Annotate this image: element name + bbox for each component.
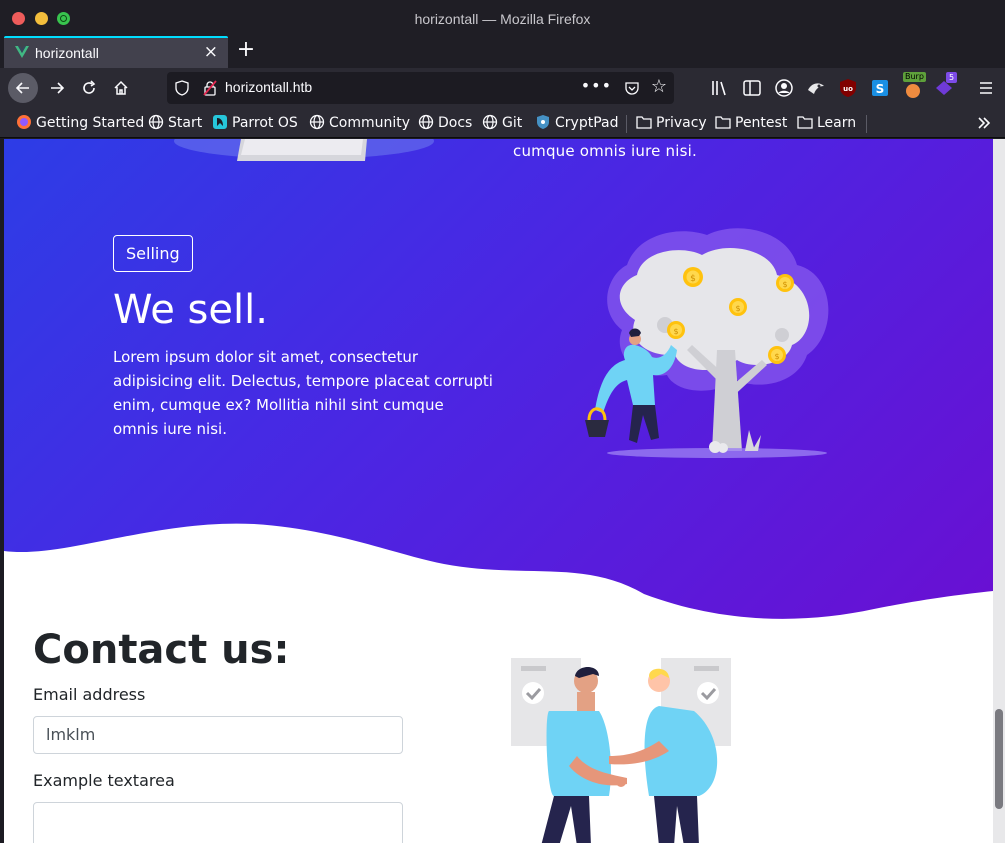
reload-icon [83,80,96,94]
bookmark-folder-privacy[interactable]: Privacy [636,114,707,132]
bookmark-label: Getting Started [36,115,145,131]
bookmarks-toolbar: Getting Started Start Parrot OS Communit… [0,108,1005,138]
title-bar: horizontall — Mozilla Firefox [0,0,1005,36]
bookmark-label: Community [329,115,411,131]
globe-icon [418,114,434,130]
laptop-illustration-tail [174,139,434,161]
url-bar[interactable]: horizontall.htb ••• ☆ [167,72,674,104]
pocket-icon[interactable] [624,80,640,96]
bookmark-star-icon[interactable]: ☆ [651,76,667,97]
money-tree-illustration: $ $ $ $ $ [585,228,829,458]
extension-count-badge: 5 [946,72,958,83]
globe-icon [482,114,498,130]
url-text[interactable]: horizontall.htb [225,79,312,95]
account-icon[interactable] [774,78,794,98]
hero-section: cumque omnis iure nisi. Selling We sell.… [4,139,993,649]
bookmark-label: Docs [438,115,473,131]
bookmark-label: Start [168,115,203,131]
navigation-bar: horizontall.htb ••• ☆ uo S Burp 5 [0,68,1005,108]
svg-text:$: $ [782,280,787,289]
firefox-icon [17,115,31,129]
arrow-left-icon [15,82,29,94]
bookmark-label: Privacy [656,115,707,131]
cryptpad-shield-icon [537,115,549,129]
new-tab-button[interactable]: + [234,38,258,64]
bookmark-folder-pentest[interactable]: Pentest [715,114,787,132]
previous-section-text: cumque omnis iure nisi. [513,142,697,160]
selling-heading: We sell. [113,287,268,333]
bookmark-parrot-os[interactable]: Parrot OS [212,114,298,132]
folder-icon [715,116,731,129]
bookmark-label: Git [502,115,523,131]
scrollbar-thumb[interactable] [995,709,1003,809]
coin-icon: $ [683,267,703,287]
bookmark-label: CryptPad [555,115,619,131]
bookmark-cryptpad[interactable]: CryptPad [535,114,618,132]
shield-icon[interactable] [175,80,189,96]
email-label: Email address [33,685,146,704]
bookmark-folder-learn[interactable]: Learn [797,114,856,132]
back-button[interactable] [8,73,38,103]
svg-text:$: $ [690,274,696,284]
burp-label: Burp [903,72,926,82]
globe-icon [309,114,325,130]
tab-label: horizontall [35,45,99,61]
coin-icon: $ [667,321,685,339]
ublock-icon[interactable]: uo [838,78,858,98]
extension-badge-icon[interactable]: 5 [934,72,958,98]
window-title: horizontall — Mozilla Firefox [414,11,591,27]
chevron-right-double-icon[interactable] [976,115,992,131]
home-icon [114,80,128,95]
extension-wing-icon[interactable] [806,78,826,98]
tab-horizontall[interactable]: horizontall × [4,36,228,68]
parrot-icon [213,115,227,129]
reload-button[interactable] [74,73,104,103]
page-actions-icon[interactable]: ••• [581,76,612,95]
tab-bar: horizontall × + [0,36,1005,68]
browser-window: horizontall — Mozilla Firefox horizontal… [0,0,1005,843]
coin-icon: $ [776,274,794,292]
forward-button[interactable] [42,73,72,103]
svg-text:S: S [876,82,885,96]
bookmark-start[interactable]: Start [148,114,202,132]
selling-badge: Selling [113,235,193,272]
close-tab-icon[interactable]: × [204,42,218,62]
message-textarea[interactable] [33,802,403,843]
bookmark-separator [866,115,867,133]
arrow-right-icon [51,82,65,94]
bookmark-label: Pentest [735,115,788,131]
svg-text:$: $ [735,304,740,313]
page-viewport: cumque omnis iure nisi. Selling We sell.… [4,139,993,843]
bookmark-separator [626,115,627,133]
hamburger-menu-icon[interactable] [976,78,996,98]
bookmark-getting-started[interactable]: Getting Started [16,114,144,132]
textarea-label: Example textarea [33,771,175,790]
s-extension-icon[interactable]: S [870,78,890,98]
page-scrollbar[interactable] [993,139,1005,843]
vue-logo-icon [15,46,29,58]
coin-icon: $ [768,346,786,364]
contact-heading: Contact us: [33,627,290,673]
bookmark-label: Learn [817,115,857,131]
home-button[interactable] [106,73,136,103]
handshake-illustration [511,658,731,843]
bookmark-community[interactable]: Community [309,114,410,132]
folder-icon [636,116,652,129]
coin-icon: $ [729,298,747,316]
burp-extension-icon[interactable]: Burp [902,72,926,98]
svg-text:$: $ [673,327,678,336]
bookmark-docs[interactable]: Docs [418,114,472,132]
bookmark-label: Parrot OS [232,115,298,131]
folder-icon [797,116,813,129]
selling-description: Lorem ipsum dolor sit amet, consectetur … [113,348,493,438]
svg-text:uo: uo [843,85,853,93]
sidebar-icon[interactable] [742,78,762,98]
library-icon[interactable] [710,78,730,98]
svg-text:$: $ [774,352,779,361]
insecure-lock-icon[interactable] [202,80,218,96]
globe-icon [148,114,164,130]
email-field[interactable]: lmklm [33,716,403,754]
bookmark-git[interactable]: Git [482,114,522,132]
